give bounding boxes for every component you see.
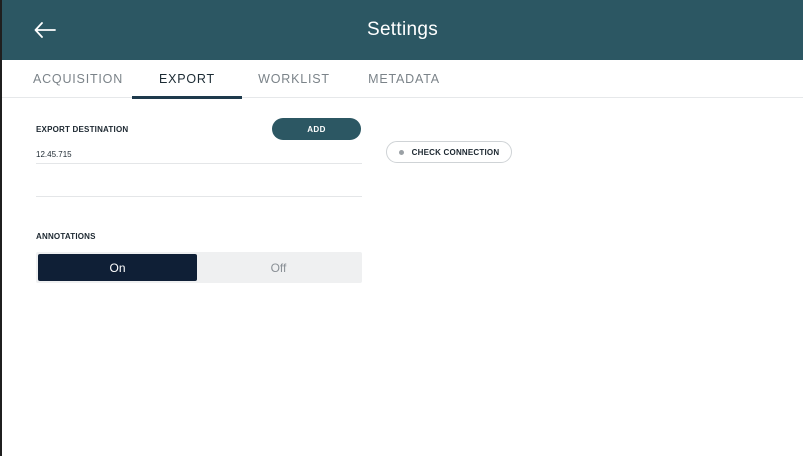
tab-acquisition[interactable]: ACQUISITION xyxy=(26,60,130,98)
annotations-off-option[interactable]: Off xyxy=(197,252,360,283)
annotations-label: ANNOTATIONS xyxy=(36,232,96,241)
export-destination-label: EXPORT DESTINATION xyxy=(36,125,129,134)
back-button[interactable] xyxy=(30,16,60,44)
tab-metadata[interactable]: METADATA xyxy=(352,60,456,98)
settings-screen: Settings ACQUISITION EXPORT WORKLIST MET… xyxy=(0,0,803,456)
section-divider xyxy=(36,196,362,197)
tab-worklist[interactable]: WORKLIST xyxy=(244,60,344,98)
destination-divider xyxy=(36,163,362,164)
annotations-on-option[interactable]: On xyxy=(38,254,197,281)
tab-export[interactable]: EXPORT xyxy=(132,60,242,99)
check-connection-label: CHECK CONNECTION xyxy=(411,147,500,157)
add-destination-button[interactable]: ADD xyxy=(272,118,361,140)
export-destination-value[interactable]: 12.45.715 xyxy=(36,150,72,159)
page-title: Settings xyxy=(366,19,439,40)
connection-status-dot-icon xyxy=(398,149,404,155)
check-connection-button[interactable]: CHECK CONNECTION xyxy=(386,141,512,163)
arrow-left-icon xyxy=(34,22,56,38)
app-header: Settings xyxy=(2,0,803,60)
annotations-toggle: On Off xyxy=(36,252,362,283)
settings-tabs: ACQUISITION EXPORT WORKLIST METADATA xyxy=(2,60,803,99)
